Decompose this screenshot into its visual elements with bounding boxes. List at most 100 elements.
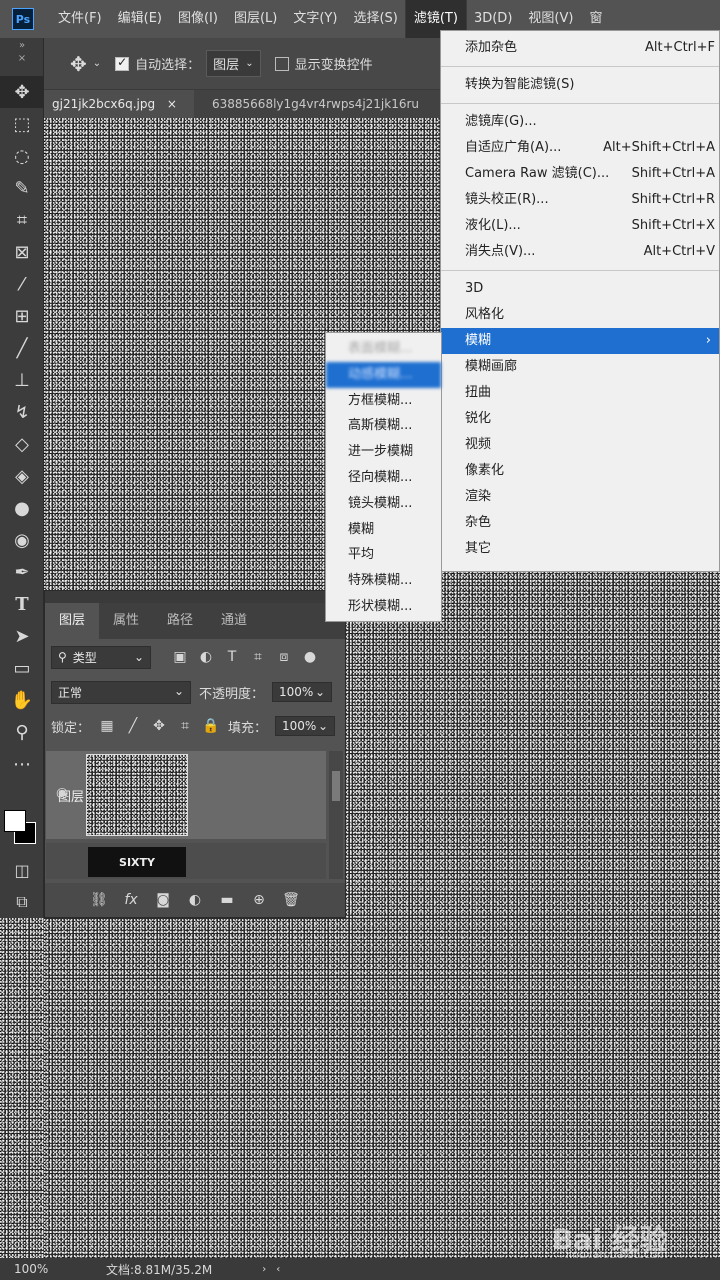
menu-item-3d[interactable]: 3D xyxy=(441,276,719,302)
submenu-item-blur-more[interactable]: 进一步模糊 xyxy=(326,439,441,465)
brush-tool-icon[interactable]: ╱ xyxy=(0,332,44,364)
dodge-tool-icon[interactable]: ◉ xyxy=(0,524,44,556)
delete-layer-icon[interactable]: 🗑 xyxy=(282,892,300,908)
more-tools-icon[interactable]: ⋯ xyxy=(0,748,44,780)
quick-mask-icon[interactable]: ◫ xyxy=(0,856,44,884)
scroll-left-icon[interactable]: ‹ xyxy=(276,1264,280,1275)
close-icon[interactable]: × xyxy=(167,97,177,111)
menu-item-add-noise[interactable]: 添加杂色 Alt+Ctrl+F xyxy=(441,35,719,61)
new-layer-icon[interactable]: ⊕ xyxy=(250,892,268,908)
lasso-tool-icon[interactable]: ◌ xyxy=(0,140,44,172)
menu-item-noise[interactable]: 杂色 xyxy=(441,510,719,536)
rectangle-tool-icon[interactable]: ▭ xyxy=(0,652,44,684)
close-icon[interactable]: × xyxy=(0,52,44,64)
submenu-item-smart-blur[interactable]: 特殊模糊... xyxy=(326,568,441,594)
menu-item-other[interactable]: 其它 xyxy=(441,536,719,562)
history-brush-tool-icon[interactable]: ↯ xyxy=(0,396,44,428)
layer-row-layer-2[interactable]: ◉ 图层 2 xyxy=(46,751,326,839)
link-layers-icon[interactable]: ⛓ xyxy=(90,892,108,908)
menu-file[interactable]: 文件(F) xyxy=(50,0,110,38)
zoom-level[interactable]: 100% xyxy=(0,1262,90,1276)
blur-tool-icon[interactable]: ● xyxy=(0,492,44,524)
blend-mode-dropdown[interactable]: 正常 ⌄ xyxy=(51,680,191,704)
fill-field[interactable]: 100% ⌄ xyxy=(275,716,336,736)
layers-scrollbar[interactable] xyxy=(329,751,343,879)
menu-item-sharpen[interactable]: 锐化 xyxy=(441,406,719,432)
type-tool-icon[interactable]: T xyxy=(0,588,44,620)
menu-item-vanishing-point[interactable]: 消失点(V)... Alt+Ctrl+V xyxy=(441,239,719,265)
menu-item-blur[interactable]: 模糊 › xyxy=(441,328,719,354)
adjustment-layer-icon[interactable]: ◐ xyxy=(186,892,204,908)
healing-brush-tool-icon[interactable]: ⊞ xyxy=(0,300,44,332)
menu-item-camera-raw[interactable]: Camera Raw 滤镜(C)... Shift+Ctrl+A xyxy=(441,161,719,187)
menu-image[interactable]: 图像(I) xyxy=(170,0,226,38)
adjustment-filter-icon[interactable]: ◐ xyxy=(197,649,215,665)
show-transform-control[interactable]: 显示变换控件 xyxy=(274,54,373,73)
menu-select[interactable]: 选择(S) xyxy=(345,0,405,38)
status-menu-arrow-icon[interactable]: › xyxy=(262,1264,266,1275)
move-tool-preset[interactable]: ✥ ⌄ xyxy=(70,52,101,76)
submenu-item-lens-blur[interactable]: 镜头模糊... xyxy=(326,491,441,517)
menu-item-lens-correction[interactable]: 镜头校正(R)... Shift+Ctrl+R xyxy=(441,187,719,213)
menu-item-stylize[interactable]: 风格化 xyxy=(441,302,719,328)
frame-tool-icon[interactable]: ⊠ xyxy=(0,236,44,268)
tab-document-1[interactable]: gj21jk2bcx6q.jpg × xyxy=(44,90,194,118)
menu-item-adaptive-wide-angle[interactable]: 自适应广角(A)... Alt+Shift+Ctrl+A xyxy=(441,135,719,161)
menu-item-liquify[interactable]: 液化(L)... Shift+Ctrl+X xyxy=(441,213,719,239)
hand-tool-icon[interactable]: ✋ xyxy=(0,684,44,716)
opacity-field[interactable]: 100% ⌄ xyxy=(272,682,333,702)
layer-kind-filter[interactable]: ⚲ 类型 ⌄ xyxy=(51,645,151,669)
lock-pixels-icon[interactable]: ╱ xyxy=(124,718,142,734)
eyedropper-tool-icon[interactable]: ⁄ xyxy=(0,268,44,300)
tab-layers[interactable]: 图层 xyxy=(45,603,100,639)
marquee-tool-icon[interactable]: ⬚ xyxy=(0,108,44,140)
auto-select-dropdown[interactable]: 图层 ⌄ xyxy=(206,50,261,77)
submenu-item-box-blur[interactable]: 方框模糊... xyxy=(326,388,441,414)
scroll-thumb[interactable] xyxy=(332,771,340,801)
eraser-tool-icon[interactable]: ◇ xyxy=(0,428,44,460)
submenu-item-shape-blur[interactable]: 形状模糊... xyxy=(326,594,441,620)
quick-select-tool-icon[interactable]: ✎ xyxy=(0,172,44,204)
move-tool-icon[interactable]: ✥ xyxy=(0,76,44,108)
submenu-item-radial-blur[interactable]: 径向模糊... xyxy=(326,465,441,491)
fx-icon[interactable]: fx xyxy=(122,892,140,908)
visibility-eye-icon[interactable]: ◉ xyxy=(56,785,68,801)
menu-type[interactable]: 文字(Y) xyxy=(285,0,345,38)
clone-stamp-tool-icon[interactable]: ⊥ xyxy=(0,364,44,396)
filter-toggle-icon[interactable]: ● xyxy=(301,649,319,665)
menu-item-render[interactable]: 渲染 xyxy=(441,484,719,510)
menu-edit[interactable]: 编辑(E) xyxy=(110,0,170,38)
layer-row-background[interactable]: SIXTY xyxy=(46,843,326,879)
submenu-item-motion-blur[interactable]: 动感模糊... xyxy=(326,361,441,388)
lock-all-icon[interactable]: 🔒 xyxy=(202,718,220,734)
group-folder-icon[interactable]: ▬ xyxy=(218,892,236,908)
auto-select-checkbox[interactable] xyxy=(115,55,130,71)
menu-item-video[interactable]: 视频 xyxy=(441,432,719,458)
shape-filter-icon[interactable]: ⌗ xyxy=(249,649,267,665)
zoom-tool-icon[interactable]: ⚲ xyxy=(0,716,44,748)
crop-tool-icon[interactable]: ⌗ xyxy=(0,204,44,236)
auto-select-control[interactable]: 自动选择： 图层 ⌄ xyxy=(115,50,261,77)
type-filter-icon[interactable]: T xyxy=(223,649,241,665)
menu-item-blur-gallery[interactable]: 模糊画廊 xyxy=(441,354,719,380)
screen-mode-icon[interactable]: ⧉ xyxy=(0,888,44,916)
collapse-arrows-icon[interactable]: » xyxy=(0,38,44,52)
tab-channels[interactable]: 通道 xyxy=(207,603,261,639)
paint-bucket-tool-icon[interactable]: ◈ xyxy=(0,460,44,492)
image-filter-icon[interactable]: ▣ xyxy=(171,649,189,665)
add-mask-icon[interactable]: ◙ xyxy=(154,892,172,908)
lock-position-icon[interactable]: ✥ xyxy=(150,718,168,734)
pen-tool-icon[interactable]: ✒ xyxy=(0,556,44,588)
tab-document-2[interactable]: 63885668ly1g4vr4rwps4j21jk16ru xyxy=(204,90,464,118)
menu-item-distort[interactable]: 扭曲 xyxy=(441,380,719,406)
tab-properties[interactable]: 属性 xyxy=(99,603,153,639)
smart-object-filter-icon[interactable]: ⧈ xyxy=(275,649,293,665)
submenu-item-gaussian-blur[interactable]: 高斯模糊... xyxy=(326,413,441,439)
menu-item-pixelate[interactable]: 像素化 xyxy=(441,458,719,484)
submenu-item-average[interactable]: 平均 xyxy=(326,542,441,568)
lock-artboard-icon[interactable]: ⌗ xyxy=(176,718,194,734)
tab-paths[interactable]: 路径 xyxy=(153,603,207,639)
foreground-color-swatch[interactable] xyxy=(4,810,26,832)
menu-item-filter-gallery[interactable]: 滤镜库(G)... xyxy=(441,109,719,135)
show-transform-checkbox[interactable] xyxy=(274,56,289,71)
